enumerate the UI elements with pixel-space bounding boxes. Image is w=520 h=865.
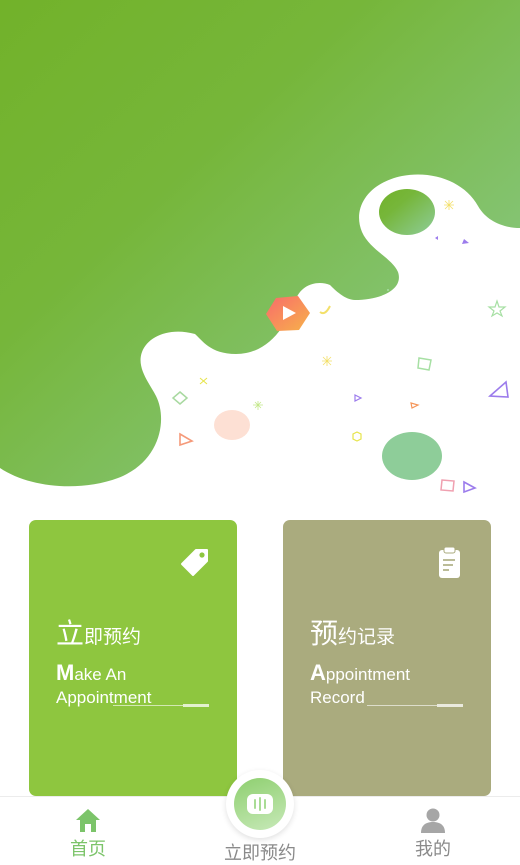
appointment-icon [247, 794, 273, 814]
hero-background-shape [0, 0, 520, 487]
appointment-record-card[interactable]: 预约记录 Appointment Record [283, 520, 491, 796]
card-title: 立即预约 [56, 618, 142, 649]
tab-mine[interactable]: 我的 [409, 797, 457, 861]
card-subtitle: Appointment Record [310, 660, 411, 707]
hero-illustration [0, 0, 520, 494]
card-divider [367, 705, 437, 706]
tab-home[interactable]: 首页 [64, 797, 112, 861]
card-divider-accent [183, 704, 209, 707]
hero-banner [0, 0, 520, 500]
tab-mine-label: 我的 [415, 839, 451, 859]
center-appointment-button[interactable] [226, 770, 294, 838]
clipboard-icon [439, 546, 460, 578]
tab-home-label: 首页 [70, 839, 106, 859]
card-divider-accent [437, 704, 463, 707]
card-divider [113, 705, 183, 706]
make-appointment-card[interactable]: 立即预约 Make An Appointment [29, 520, 237, 796]
tag-icon [181, 549, 208, 576]
tab-appointment-label: 立即预约 [224, 843, 296, 863]
green-blob-small [382, 432, 442, 480]
peach-circle [214, 410, 250, 440]
home-icon [76, 809, 100, 832]
hero-hole [379, 189, 435, 235]
user-icon [421, 808, 445, 833]
card-subtitle: Make An Appointment [56, 660, 152, 707]
card-title: 预约记录 [310, 618, 396, 649]
